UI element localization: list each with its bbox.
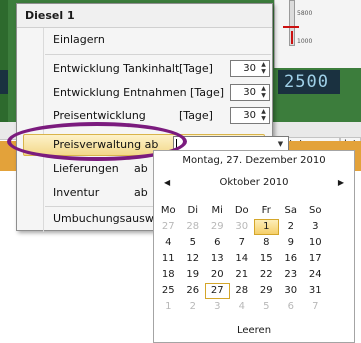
calendar-day[interactable]: 25: [156, 283, 181, 299]
calendar-nav: ◀ Oktober 2010 ▶: [154, 175, 354, 191]
menu-item-label: Entwicklung Entnahmen [Tage]: [53, 86, 225, 99]
menu-item-unit: [Tage]: [179, 62, 213, 75]
menu-item-label: Entwicklung Tankinhalt: [53, 62, 180, 75]
calendar-day[interactable]: 22: [254, 267, 279, 283]
preisentwicklung-days-stepper[interactable]: 30 ▲ ▼: [230, 107, 270, 124]
calendar-day[interactable]: 2: [279, 219, 304, 235]
calendar-day[interactable]: 8: [254, 235, 279, 251]
calendar-day[interactable]: 11: [156, 251, 181, 267]
gauge-tick-label: 1000: [297, 38, 313, 45]
lcd-display: 2500: [278, 70, 340, 94]
calendar-day[interactable]: 27: [205, 283, 230, 299]
calendar-day[interactable]: 16: [279, 251, 304, 267]
stepper-value: 30: [243, 110, 256, 121]
calendar-day[interactable]: 3: [303, 219, 328, 235]
tank-gauge: 5800 1000: [274, 0, 361, 68]
menu-item-ab: ab: [134, 162, 148, 175]
stepper-value: 30: [243, 87, 256, 98]
menu-item-label: Preisentwicklung: [53, 109, 146, 122]
spin-arrows-icon[interactable]: ▲ ▼: [259, 61, 268, 76]
calendar-day[interactable]: 23: [279, 267, 304, 283]
calendar-day[interactable]: 4: [230, 299, 255, 315]
lcd-display-left: [0, 70, 8, 94]
calendar-day[interactable]: 9: [279, 235, 304, 251]
calendar-day[interactable]: 6: [279, 299, 304, 315]
calendar-popup: Montag, 27. Dezember 2010 ◀ Oktober 2010…: [153, 150, 355, 343]
tank-gauge-tube: [289, 0, 295, 46]
tank-gauge-fill: [291, 30, 293, 44]
calendar-weekday-row: Mo Di Mi Do Fr Sa So: [154, 203, 356, 219]
next-month-icon[interactable]: ▶: [338, 175, 344, 191]
calendar-day[interactable]: 30: [279, 283, 304, 299]
calendar-day[interactable]: 14: [230, 251, 255, 267]
calendar-weekday: Sa: [284, 205, 297, 216]
calendar-week-row: 18 19 20 21 22 23 24: [154, 267, 356, 283]
calendar-weekday: So: [309, 205, 322, 216]
calendar-day[interactable]: 24: [303, 267, 328, 283]
calendar-grid: Mo Di Mi Do Fr Sa So 27 28 29 30 1 2 3 4 5 6 7 8 9 10 11 12 13 1…: [154, 203, 356, 315]
calendar-day[interactable]: 1: [254, 219, 279, 235]
menu-item-label: Umbuchungsauswe: [53, 212, 161, 225]
calendar-clear-button[interactable]: Leeren: [154, 325, 354, 336]
calendar-day[interactable]: 10: [303, 235, 328, 251]
calendar-day[interactable]: 19: [181, 267, 206, 283]
calendar-weekday: Fr: [261, 205, 271, 216]
menu-separator: [45, 54, 271, 55]
calendar-day[interactable]: 29: [254, 283, 279, 299]
tank-gauge-marker: [283, 26, 299, 28]
calendar-day[interactable]: 7: [303, 299, 328, 315]
calendar-day[interactable]: 6: [205, 235, 230, 251]
gauge-tick-label: 5800: [297, 10, 313, 17]
calendar-day[interactable]: 2: [181, 299, 206, 315]
tankinhalt-days-stepper[interactable]: 30 ▲ ▼: [230, 60, 270, 77]
menu-item-label: Preisverwaltung ab: [53, 138, 159, 151]
calendar-day[interactable]: 7: [230, 235, 255, 251]
calendar-day[interactable]: 15: [254, 251, 279, 267]
calendar-day[interactable]: 28: [181, 219, 206, 235]
calendar-day[interactable]: 20: [205, 267, 230, 283]
calendar-day[interactable]: 21: [230, 267, 255, 283]
menu-item-einlagern[interactable]: Einlagern: [17, 29, 272, 51]
entnahmen-days-stepper[interactable]: 30 ▲ ▼: [230, 84, 270, 101]
calendar-day[interactable]: 28: [230, 283, 255, 299]
spin-arrows-icon[interactable]: ▲ ▼: [259, 85, 268, 100]
calendar-weekday: Di: [187, 205, 198, 216]
calendar-day[interactable]: 5: [254, 299, 279, 315]
calendar-day[interactable]: 31: [303, 283, 328, 299]
menu-item-ab: ab: [134, 186, 148, 199]
spin-arrows-icon[interactable]: ▲ ▼: [259, 108, 268, 123]
calendar-day[interactable]: 17: [303, 251, 328, 267]
app-background-edge: [0, 0, 8, 122]
calendar-weekday: Do: [234, 205, 249, 216]
calendar-weekday: Mo: [160, 205, 176, 216]
calendar-day[interactable]: 12: [181, 251, 206, 267]
calendar-day[interactable]: 3: [205, 299, 230, 315]
menu-title: Diesel 1: [17, 4, 272, 28]
calendar-week-row: 1234567: [154, 299, 356, 315]
calendar-day[interactable]: 29: [205, 219, 230, 235]
calendar-day[interactable]: 27: [156, 219, 181, 235]
calendar-day[interactable]: 18: [156, 267, 181, 283]
calendar-day[interactable]: 4: [156, 235, 181, 251]
calendar-day[interactable]: 5: [181, 235, 206, 251]
calendar-day[interactable]: 1: [156, 299, 181, 315]
calendar-week-row: 25 26 27 28 29 30 31: [154, 283, 356, 299]
menu-item-label: Einlagern: [53, 33, 105, 46]
calendar-day[interactable]: 30: [230, 219, 255, 235]
calendar-month-label[interactable]: Oktober 2010: [154, 175, 354, 191]
calendar-day[interactable]: 13: [205, 251, 230, 267]
calendar-weekday: Mi: [211, 205, 223, 216]
calendar-week-row: 11 12 13 14 15 16 17: [154, 251, 356, 267]
stepper-value: 30: [243, 63, 256, 74]
calendar-week-row: 4 5 6 7 8 9 10: [154, 235, 356, 251]
menu-item-unit: [Tage]: [179, 109, 213, 122]
calendar-today-label[interactable]: Montag, 27. Dezember 2010: [154, 155, 354, 166]
menu-item-label: Lieferungen: [53, 162, 119, 175]
calendar-day[interactable]: 26: [181, 283, 206, 299]
calendar-week-row: 27 28 29 30 1 2 3: [154, 219, 356, 235]
text-caret: [176, 139, 177, 150]
menu-item-label: Inventur: [53, 186, 100, 199]
